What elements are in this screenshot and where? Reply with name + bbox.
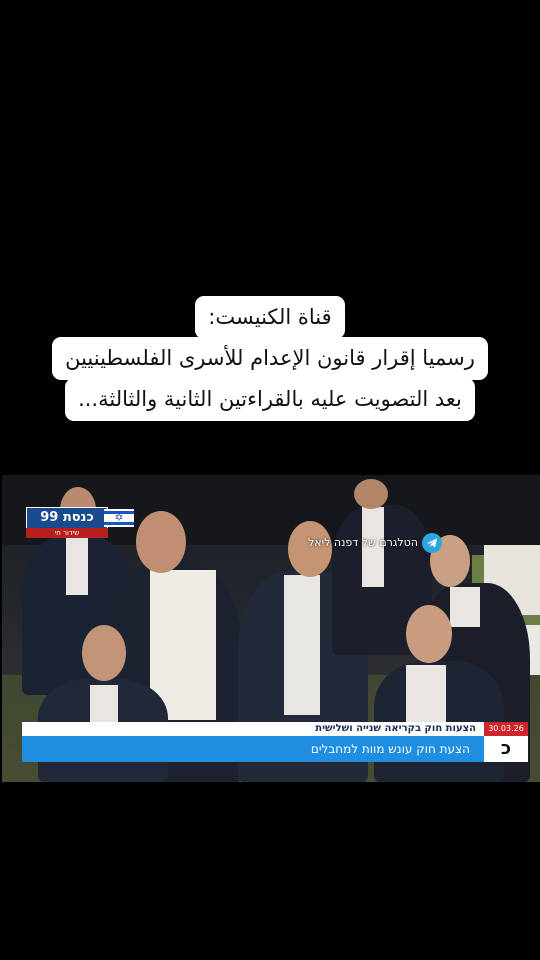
caption-block: قناة الكنيست: رسميا إقرار قانون الإعدام …: [0, 296, 540, 421]
channel-corner-logo: כ: [484, 736, 528, 762]
video-frame[interactable]: כנסת 99 שידור חי ✡ הטלגרם של דפנה ליאל ה…: [2, 475, 540, 782]
caption-line-1: قناة الكنيست:: [195, 296, 345, 339]
caption-line-2: رسميا إقرار قانون الإعدام للأسرى الفلسطي…: [52, 337, 488, 380]
ticker-headline: הצעות חוק בקריאה שנייה ושלישית: [22, 722, 484, 736]
caption-line-3: بعد التصويت عليه بالقراءتين الثانية والث…: [65, 378, 475, 421]
telegram-badge: הטלגרם של דפנה ליאל: [308, 533, 442, 553]
israel-flag-icon: ✡: [104, 509, 134, 527]
telegram-badge-text: הטלגרם של דפנה ליאל: [308, 536, 418, 549]
telegram-icon: [421, 533, 442, 553]
ticker-main-text: הצעת חוק עונש מוות למחבלים: [22, 736, 484, 762]
knesset-channel-logo: כנסת 99: [26, 507, 108, 529]
live-label: שידור חי: [26, 528, 108, 538]
ticker-date: 30.03.26: [484, 722, 528, 736]
